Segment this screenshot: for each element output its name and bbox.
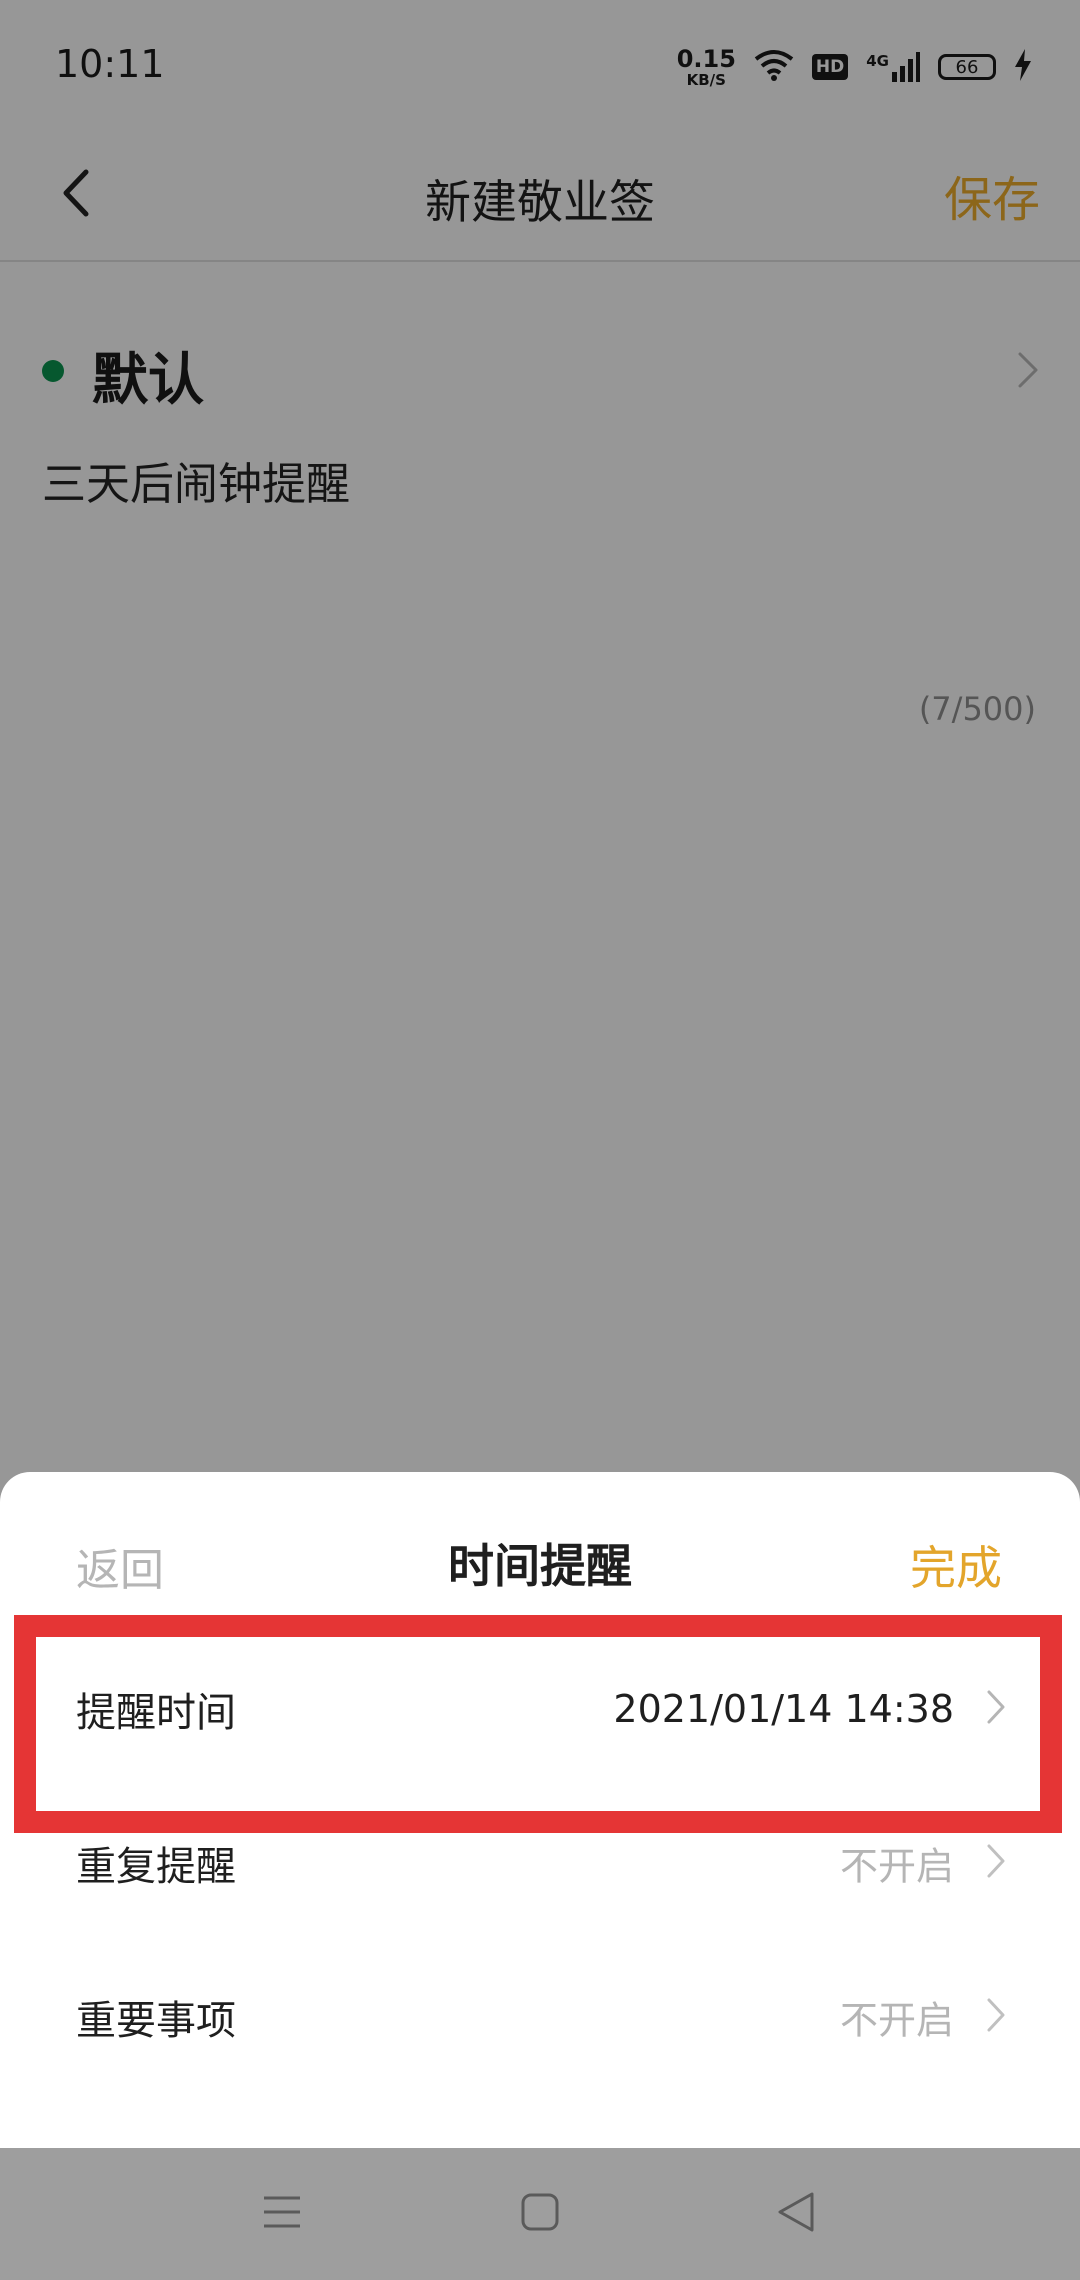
row-label: 重要事项 [76,1998,236,2044]
chevron-right-icon [986,1997,1006,2037]
chevron-right-icon [986,1843,1006,1883]
triangle-back-icon [776,2190,816,2238]
row-value: 不开启 [839,1998,954,2043]
row-label: 重复提醒 [76,1844,236,1890]
note-editor-screen: 10:11 0.15 KB/S HD 4G 66 新建敬业签 保存 默认 三天后… [0,0,1080,2280]
highlight-annotation [14,1615,1062,1833]
back-nav-button[interactable] [764,2182,828,2246]
row-value: 不开启 [839,1844,954,1889]
done-button[interactable]: 完成 [910,1532,1002,1598]
sheet-header: 返回 时间提醒 完成 [0,1472,1080,1632]
menu-icon [262,2194,302,2234]
important-item-row[interactable]: 重要事项 不开启 [0,1942,1080,2092]
home-button[interactable] [508,2182,572,2246]
square-icon [520,2192,560,2236]
recent-apps-button[interactable] [250,2182,314,2246]
system-nav-bar [0,2148,1080,2280]
